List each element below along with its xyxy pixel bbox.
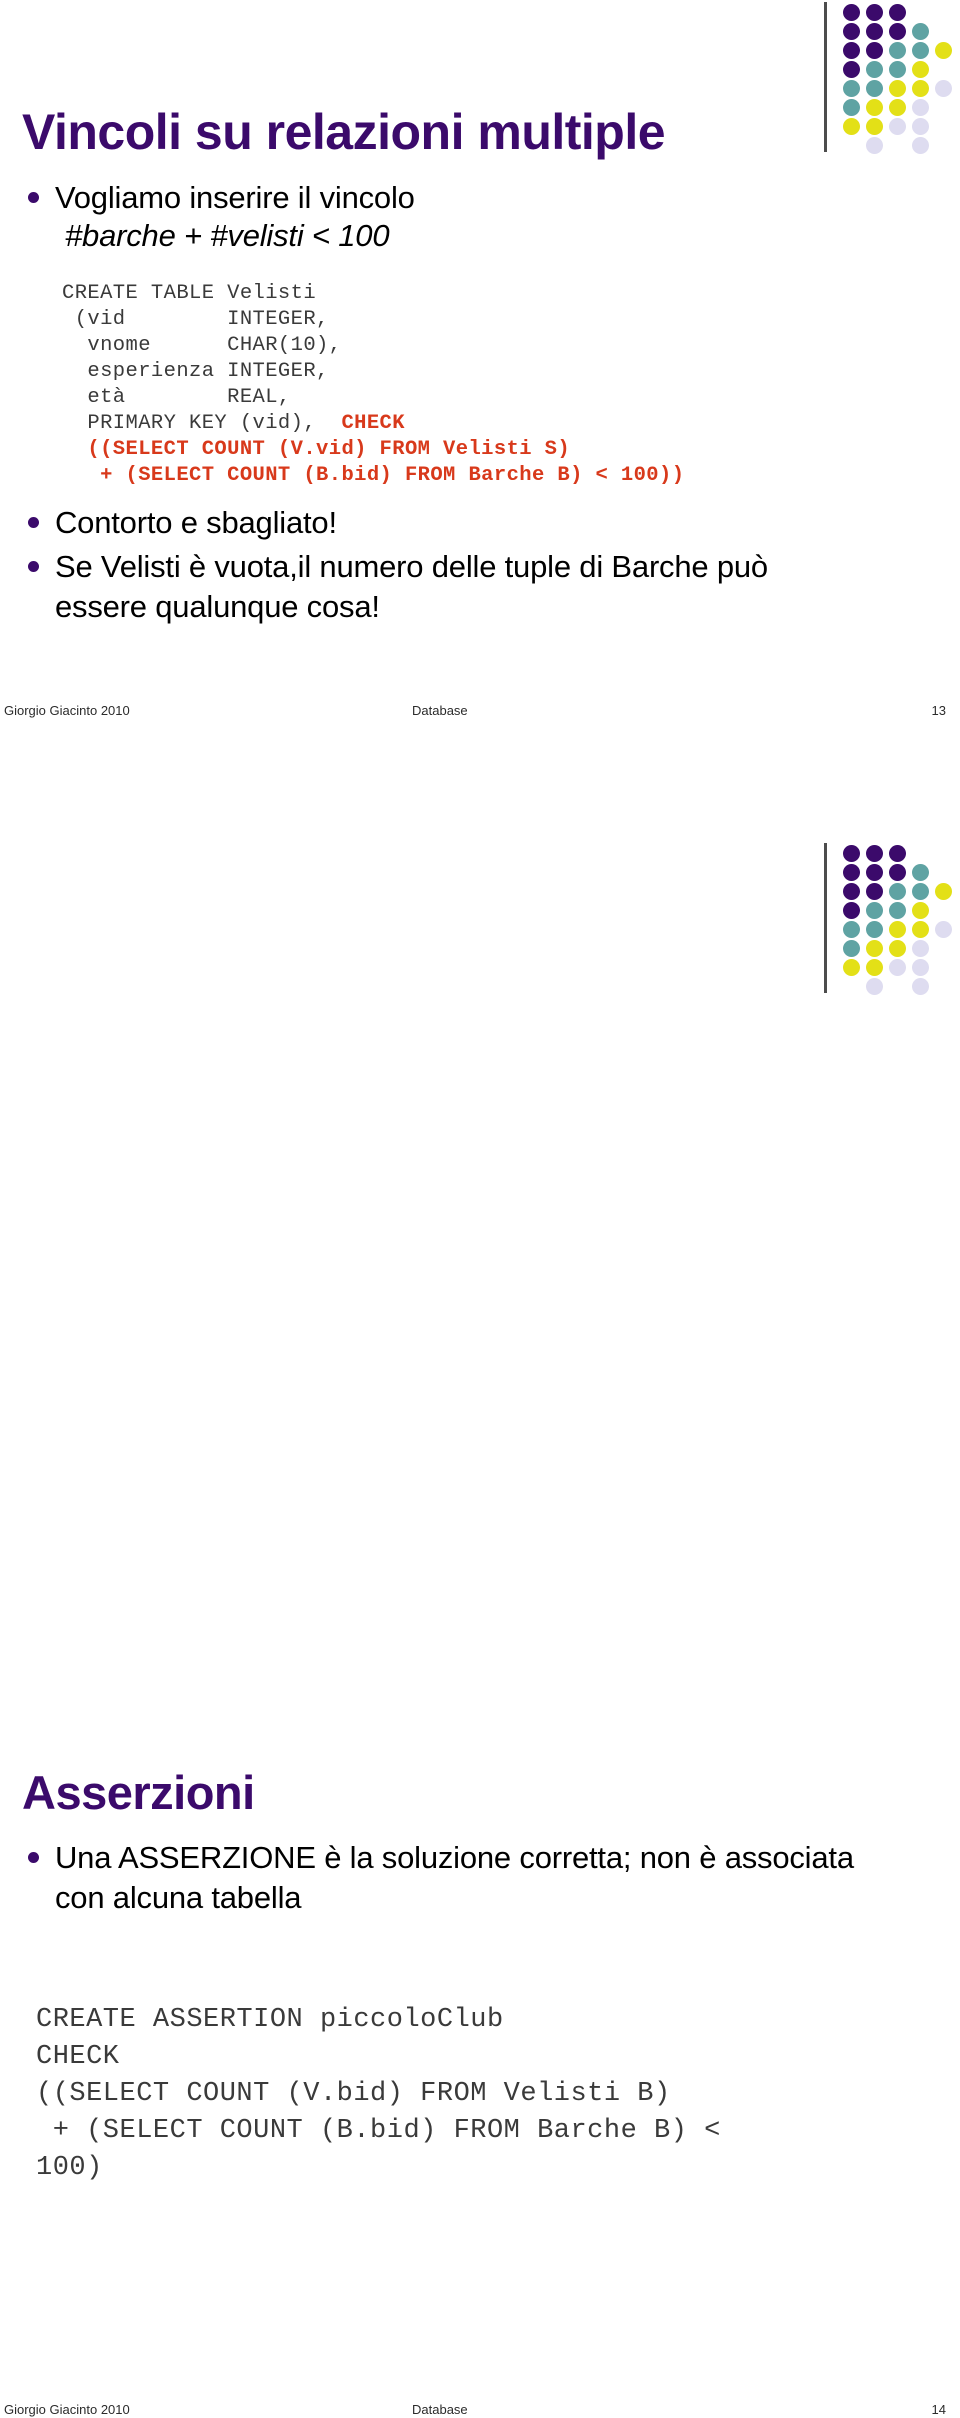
bullet-text: Vogliamo inserire il vincolo [55,180,415,215]
sql-plain-lines: CREATE TABLE Velisti (vid INTEGER, vnome… [62,281,342,435]
deco-dot-purple [843,864,860,881]
bullet-item-vogliamo-inserire: Vogliamo inserire il vincolo [28,178,788,218]
deco-dot-yellow [889,940,906,957]
deco-dot-purple [866,42,883,59]
deco-dot-teal [912,42,929,59]
bullet-item-se-velisti-e-vuota: Se Velisti è vuota,il numero delle tuple… [28,547,868,627]
page-title: Vincoli su relazioni multiple [22,103,666,160]
bullet-dot-icon [28,517,39,528]
deco-dot-lavender [866,137,883,154]
deco-dot-yellow [889,921,906,938]
deco-dot-teal [866,61,883,78]
deco-dot-yellow [912,61,929,78]
bullet-item-contorto-e-sbagliato: Contorto e sbagliato! [28,503,828,543]
deco-dot-purple [866,883,883,900]
deco-dot-purple [866,4,883,21]
page-title: Asserzioni [22,1766,255,1820]
deco-dot-purple [866,23,883,40]
bullet-text: Una ASSERZIONE è la soluzione corretta; … [55,1840,854,1915]
deco-dot-purple [843,61,860,78]
deco-dot-teal [912,883,929,900]
deco-dot-teal [843,921,860,938]
deco-dot-purple [889,864,906,881]
deco-dot-yellow [912,80,929,97]
deco-dot-teal [889,42,906,59]
bullet-dot-icon [28,1852,39,1863]
deco-dot-yellow [866,959,883,976]
sql-code-block-create-assertion: CREATE ASSERTION piccoloClub CHECK ((SEL… [36,2005,721,2183]
deco-dot-teal [866,80,883,97]
deco-dot-yellow [843,118,860,135]
deco-dot-yellow [866,940,883,957]
bullet-dot-icon [28,192,39,203]
footer-page-number: 13 [931,703,946,718]
deco-dot-yellow [912,921,929,938]
decorative-vertical-rule [824,843,827,993]
deco-dot-teal [866,902,883,919]
deco-dot-lavender [912,959,929,976]
deco-dot-teal [843,99,860,116]
slide-vincoli-su-relazioni-multiple: Vincoli su relazioni multiple Vogliamo i… [0,0,960,810]
deco-dot-purple [889,845,906,862]
deco-dot-teal [843,940,860,957]
decorative-vertical-rule [824,2,827,152]
footer-author: Giorgio Giacinto 2010 [4,2402,130,2417]
footer-course: Database [412,2402,468,2417]
deco-dot-purple [866,864,883,881]
slide-footer: Giorgio Giacinto 2010 Database 14 [0,2402,960,2418]
footer-author: Giorgio Giacinto 2010 [4,703,130,718]
deco-dot-purple [889,23,906,40]
deco-dot-lavender [935,921,952,938]
deco-dot-teal [912,864,929,881]
deco-dot-purple [843,23,860,40]
deco-dot-purple [843,902,860,919]
deco-dot-purple [843,42,860,59]
deco-dot-lavender [866,978,883,995]
bullet-dot-icon [28,561,39,572]
bullet-text: Se Velisti è vuota,il numero delle tuple… [55,549,768,624]
deco-dot-teal [889,61,906,78]
deco-dot-yellow [935,883,952,900]
deco-dot-teal [866,921,883,938]
deco-dot-yellow [866,118,883,135]
deco-dot-teal [889,883,906,900]
deco-dot-lavender [912,940,929,957]
decorative-dot-grid [824,2,956,158]
deco-dot-yellow [889,80,906,97]
deco-dot-yellow [912,902,929,919]
constraint-expression: #barche + #velisti < 100 [65,218,390,253]
deco-dot-lavender [935,80,952,97]
deco-dot-lavender [912,978,929,995]
deco-dot-yellow [935,42,952,59]
deco-dot-lavender [912,137,929,154]
deco-dot-yellow [843,959,860,976]
deco-dot-yellow [889,99,906,116]
deco-dot-teal [889,902,906,919]
deco-dot-purple [843,845,860,862]
footer-page-number: 14 [931,2402,946,2417]
deco-dot-purple [843,883,860,900]
bullet-text: Contorto e sbagliato! [55,505,337,540]
decorative-dot-grid [824,843,956,999]
deco-dot-purple [843,4,860,21]
sql-code-block-create-table: CREATE TABLE Velisti (vid INTEGER, vnome… [62,281,684,489]
deco-dot-lavender [889,959,906,976]
slide-asserzioni: Asserzioni Una ASSERZIONE è la soluzione… [0,810,960,2417]
deco-dot-teal [912,23,929,40]
deco-dot-teal [843,80,860,97]
deco-dot-lavender [912,118,929,135]
deco-dot-purple [889,4,906,21]
deco-dot-purple [866,845,883,862]
deco-dot-lavender [889,118,906,135]
deco-dot-lavender [912,99,929,116]
deco-dot-yellow [866,99,883,116]
bullet-item-una-asserzione: Una ASSERZIONE è la soluzione corretta; … [28,1838,858,1918]
footer-course: Database [412,703,468,718]
slide-footer: Giorgio Giacinto 2010 Database 13 [0,703,960,719]
